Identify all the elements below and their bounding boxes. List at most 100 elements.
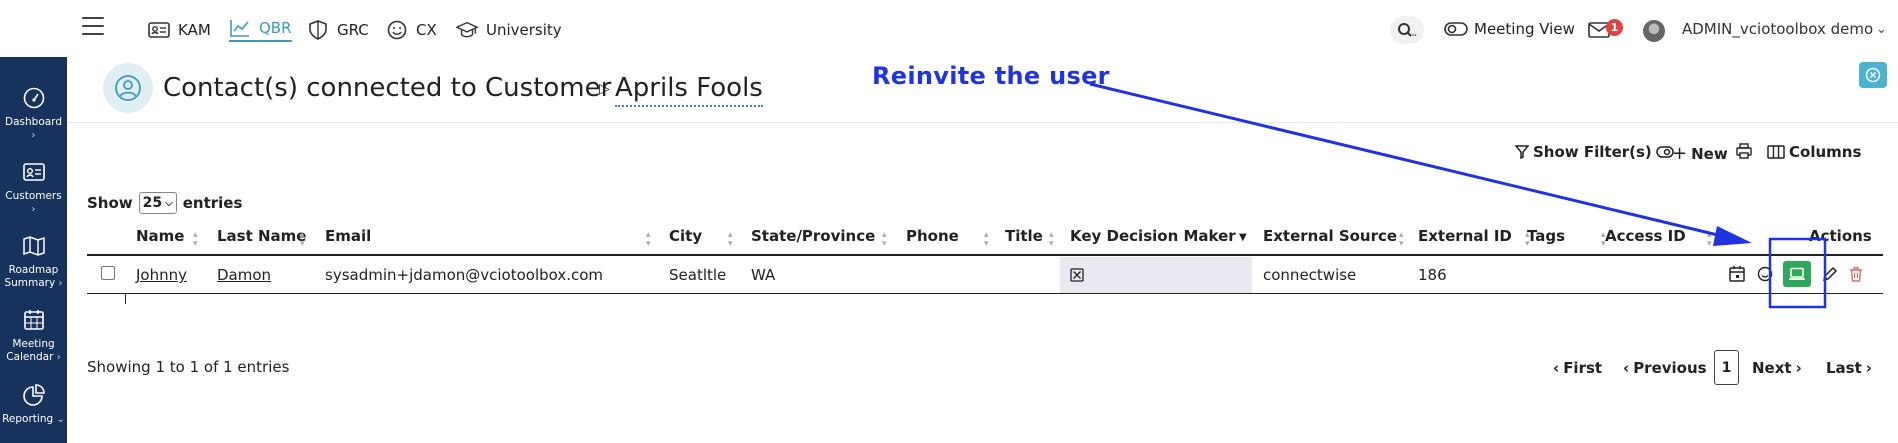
sidebar-item-meeting-calendar[interactable]: Meeting Calendar › [0,308,67,364]
pager-page-1[interactable]: 1 [1714,350,1739,385]
col-city[interactable]: City [669,227,702,245]
page-title: Contact(s) connected to Customer [163,73,612,103]
sort-icon[interactable]: ▴ ▾ [1049,231,1054,249]
reinvite-button[interactable] [1783,261,1811,287]
sidebar-item-customers[interactable]: Customers › [0,160,67,216]
columns-button[interactable]: Columns [1767,143,1861,161]
col-name[interactable]: Name [136,227,184,245]
entries-length: Show 25 ⌵ entries [87,192,242,214]
customer-link[interactable]: Aprils Fools [615,73,763,107]
new-button[interactable]: + New [1672,143,1728,164]
chevron-left-icon: ‹ [1623,359,1630,377]
user-name[interactable]: ADMIN_vciotoolbox demo [1682,20,1873,38]
col-external-id[interactable]: External ID [1418,227,1512,245]
sort-icon[interactable]: ▴ ▾ [1707,231,1712,249]
chevron-right-icon: › [1795,359,1802,377]
sort-icon[interactable]: ▴ ▾ [646,231,651,249]
trash-icon[interactable] [1847,265,1865,283]
col-email[interactable]: Email [325,227,371,245]
pie-chart-icon [22,384,45,406]
key-decision-maker-cell [1060,257,1252,293]
chevron-right-icon: › [1865,359,1872,377]
col-key-decision-maker[interactable]: Key Decision Maker [1070,227,1236,245]
city-cell: Seatltle [669,266,727,284]
nav-university[interactable]: University [456,18,562,42]
columns-icon [1767,145,1785,159]
col-access-id[interactable]: Access ID [1605,227,1686,245]
pager-previous[interactable]: ‹ Previous [1623,350,1707,386]
close-icon[interactable] [1859,62,1887,88]
sort-icon[interactable]: ▴ ▾ [984,231,989,249]
table-header: Name ▴ ▾ Last Name ▴ ▾ Email ▴ ▾ City ▴ ▾ St… [87,225,1883,256]
col-tags[interactable]: Tags [1525,227,1565,245]
nav-qbr[interactable]: QBR [229,18,292,42]
columns-label: Columns [1789,143,1862,161]
nav-cx[interactable]: CX [386,18,437,42]
pencil-icon[interactable] [1821,265,1839,283]
col-last-name[interactable]: Last Name [217,227,306,245]
chevron-down-icon: ⌄ [56,414,65,425]
pager-first-label: First [1563,359,1603,377]
top-navbar: KAM QBR GRC CX University Meeting View 1… [0,0,1898,57]
entries-suffix: entries [182,194,243,212]
smile-icon [387,20,407,40]
pager-next-label: Next [1752,359,1792,377]
entries-select[interactable]: 25 ⌵ [138,192,177,214]
col-actions: Actions [1809,227,1872,245]
sort-icon[interactable]: ▴ ▾ [193,231,198,249]
sidebar-item-label: Customers [5,190,62,202]
chevron-down-icon[interactable]: ⌄ [1876,22,1887,37]
show-filters-button[interactable]: Show Filter(s) [1515,143,1674,161]
avatar[interactable] [1643,20,1665,42]
sort-desc-icon[interactable]: ▼ [1239,232,1247,243]
pager-last[interactable]: Last › [1826,350,1872,386]
new-label: New [1691,144,1728,163]
map-icon [22,236,45,256]
sidebar-item-label: Roadmap Summary [4,264,59,289]
chart-line-icon [230,20,249,37]
sidebar-item-reporting[interactable]: Reporting ⌄ [0,383,67,426]
pager-first[interactable]: ‹ First [1553,350,1602,386]
smile-icon[interactable] [1756,265,1774,283]
col-external-source[interactable]: External Source [1263,227,1397,245]
sort-icon[interactable]: ▴ ▾ [1399,231,1404,249]
nav-grc[interactable]: GRC [307,18,369,42]
show-label: Show [87,194,133,212]
sidebar-item-roadmap[interactable]: Roadmap Summary › [0,234,67,290]
annotation-label: Reinvite the user [872,62,1110,90]
col-phone[interactable]: Phone [906,227,959,245]
text-cursor [125,294,126,304]
row-checkbox[interactable] [101,266,115,280]
pager-next[interactable]: Next › [1752,350,1802,386]
filter-icon [1515,145,1529,159]
nav-grc-label: GRC [337,21,369,39]
sort-icon[interactable]: ▴ ▾ [882,231,887,249]
pager-last-label: Last [1826,359,1862,377]
laptop-icon [1789,267,1805,280]
external-source-cell: connectwise [1263,266,1357,284]
pager-previous-label: Previous [1633,359,1707,377]
meeting-view-toggle[interactable]: Meeting View [1444,20,1575,38]
address-card-icon [22,163,45,181]
chevron-right-icon: › [31,204,36,215]
sidebar-item-label: Reporting [2,413,54,425]
sidebar-item-dashboard[interactable]: Dashboard › [0,86,67,142]
col-state[interactable]: State/Province [751,227,875,245]
first-name-link[interactable]: Johnny [136,266,187,284]
sort-icon[interactable]: ▴ ▾ [300,231,305,249]
nav-university-label: University [486,21,562,39]
calendar-icon[interactable] [1728,265,1746,283]
chevron-down-icon: ⌵ [165,197,173,209]
toggle-icon [1444,22,1468,36]
table-row: Johnny Damon sysadmin+jdamon@vciotoolbox… [87,257,1883,294]
nav-kam[interactable]: KAM [148,18,211,42]
sort-icon[interactable]: ▴ ▾ [728,231,733,249]
col-title[interactable]: Title [1005,227,1043,245]
menu-icon[interactable] [82,17,104,35]
sidebar-item-label: Dashboard [5,116,62,128]
search-button[interactable] [1390,16,1424,44]
search-icon [1398,23,1417,37]
last-name-link[interactable]: Damon [217,266,271,284]
print-button[interactable] [1736,143,1752,159]
id-card-icon [148,22,170,38]
